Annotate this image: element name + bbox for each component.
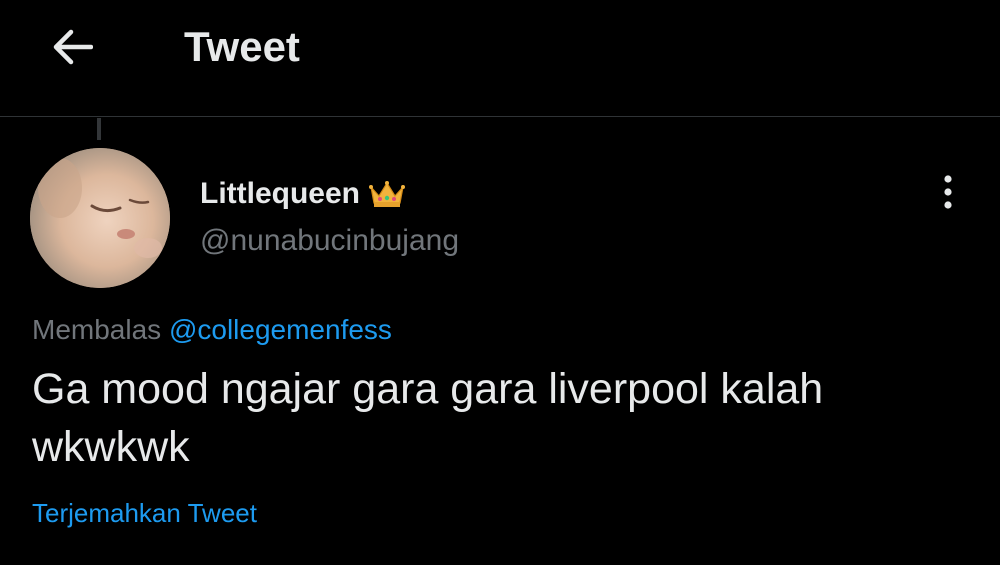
top-bar: Tweet	[0, 0, 1000, 117]
thread-connector-line	[97, 118, 101, 140]
more-vertical-icon	[944, 175, 952, 209]
display-name-row: Littlequeen	[200, 172, 459, 216]
more-options-button[interactable]	[928, 170, 968, 214]
page-title: Tweet	[184, 23, 300, 70]
translate-tweet-link[interactable]: Terjemahkan Tweet	[32, 498, 257, 529]
display-name[interactable]: Littlequeen	[200, 177, 360, 211]
tweet-text: Ga mood ngajar gara gara liverpool kalah…	[32, 365, 824, 471]
back-button[interactable]	[44, 22, 100, 72]
tweet-author: Littlequeen @nunabucinbujang	[200, 172, 459, 258]
avatar[interactable]	[30, 148, 170, 288]
crown-icon	[369, 181, 406, 207]
user-handle[interactable]: @nunabucinbujang	[200, 224, 459, 258]
reply-prefix: Membalas	[32, 314, 162, 345]
arrow-left-icon	[53, 29, 93, 65]
avatar-photo	[30, 148, 170, 288]
reply-mention-link[interactable]: @collegemenfess	[169, 314, 392, 345]
replying-to: Membalas @collegemenfess	[32, 314, 392, 346]
